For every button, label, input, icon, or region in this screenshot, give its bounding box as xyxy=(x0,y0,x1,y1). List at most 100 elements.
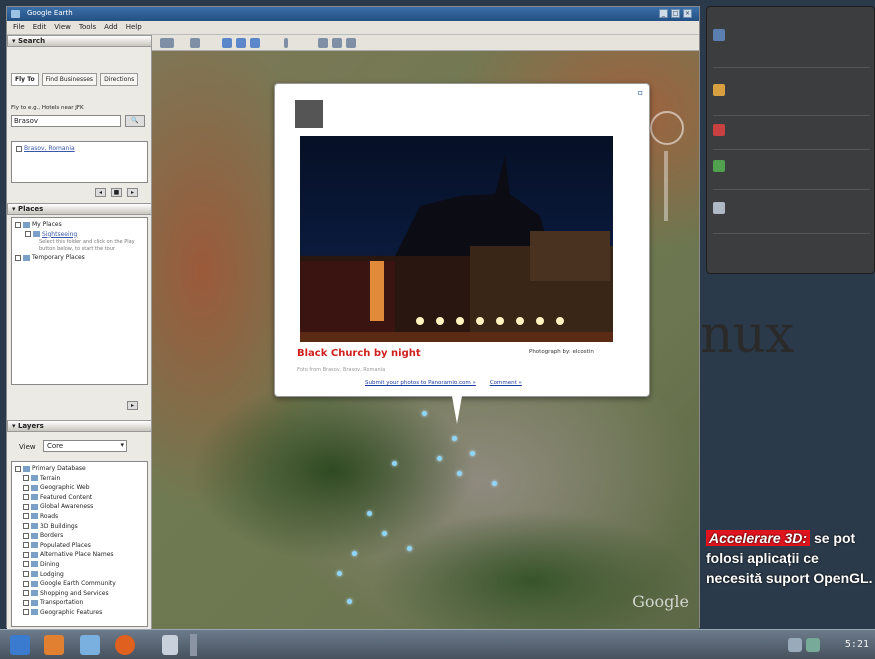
home-folder-icon[interactable] xyxy=(44,635,64,655)
layer-item[interactable]: Terrain xyxy=(15,474,144,484)
menu-edit[interactable]: Edit xyxy=(33,23,47,32)
result-stop-button[interactable]: ■ xyxy=(111,188,122,197)
places-header-label: Places xyxy=(17,205,44,213)
placemark-icon[interactable] xyxy=(190,38,200,48)
kde-menu-icon[interactable] xyxy=(10,635,30,655)
photo-marker-icon[interactable] xyxy=(407,546,412,551)
clock[interactable]: 5:21 xyxy=(845,639,869,650)
photo-marker-icon[interactable] xyxy=(457,471,462,476)
ruler-icon[interactable] xyxy=(284,38,288,48)
menu-add[interactable]: Add xyxy=(104,23,118,32)
layer-item[interactable]: Alternative Place Names xyxy=(15,550,144,560)
church-photo-art xyxy=(300,156,613,342)
maps-icon[interactable] xyxy=(346,38,356,48)
volume-tray-icon[interactable] xyxy=(806,638,820,652)
disk-icon xyxy=(713,202,725,214)
chevron-down-icon: ▾ xyxy=(120,441,124,449)
result-next-button[interactable]: ▸ xyxy=(127,188,138,197)
menu-help[interactable]: Help xyxy=(126,23,142,32)
places-item-my-places[interactable]: My Places xyxy=(15,220,144,230)
layer-item[interactable]: Dining xyxy=(15,560,144,570)
photo-marker-icon[interactable] xyxy=(492,481,497,486)
layer-item[interactable]: Lodging xyxy=(15,570,144,580)
search-panel-header[interactable]: ▾ Search xyxy=(7,35,152,47)
photo-marker-icon[interactable] xyxy=(382,531,387,536)
title-bar[interactable]: Google Earth xyxy=(7,7,699,21)
photo-marker-icon[interactable] xyxy=(437,456,442,461)
navigation-compass-icon[interactable] xyxy=(650,111,684,145)
layer-item[interactable]: Roads xyxy=(15,512,144,522)
layer-item[interactable]: Populated Places xyxy=(15,541,144,551)
desktop-pager[interactable] xyxy=(190,634,197,656)
memory-icon xyxy=(713,160,725,172)
search-button[interactable]: 🔍 xyxy=(125,115,145,127)
google-logo: Google xyxy=(632,592,689,611)
zoom-slider[interactable] xyxy=(664,151,668,221)
print-icon[interactable] xyxy=(332,38,342,48)
church-photo[interactable] xyxy=(300,136,613,342)
photo-marker-icon[interactable] xyxy=(347,599,352,604)
photo-marker-icon[interactable] xyxy=(337,571,342,576)
menu-tools[interactable]: Tools xyxy=(79,23,96,32)
path-icon[interactable] xyxy=(236,38,246,48)
close-button[interactable]: × xyxy=(683,9,692,18)
network-icon xyxy=(713,124,725,136)
tab-find-businesses[interactable]: Find Businesses xyxy=(41,73,98,86)
layer-item[interactable]: Transportation xyxy=(15,598,144,608)
fly-to-input[interactable]: Brasov xyxy=(11,115,121,127)
layer-item[interactable]: Primary Database xyxy=(15,464,144,474)
monitor-system-section xyxy=(713,15,870,55)
result-prev-button[interactable]: ◂ xyxy=(95,188,106,197)
photo-balloon: ▫ Black Church by night Photograph by: e… xyxy=(274,83,650,397)
photo-location: Foto from Brasov, Brasov, Romania xyxy=(297,367,386,373)
photo-marker-icon[interactable] xyxy=(422,411,427,416)
network-tray-icon[interactable] xyxy=(788,638,802,652)
layers-panel-header[interactable]: ▾ Layers xyxy=(7,420,152,432)
panoramio-logo xyxy=(295,100,323,128)
photo-title: Black Church by night xyxy=(297,348,421,359)
monitor-process-section xyxy=(713,233,870,267)
caption-tag: Accelerare 3D: xyxy=(706,530,811,546)
layer-item[interactable]: Featured Content xyxy=(15,493,144,503)
photographer-credit[interactable]: Photograph by: elcostin xyxy=(529,349,594,355)
menu-view[interactable]: View xyxy=(54,23,71,32)
konqueror-icon[interactable] xyxy=(80,635,100,655)
photo-marker-icon[interactable] xyxy=(367,511,372,516)
layer-item[interactable]: Google Earth Community xyxy=(15,579,144,589)
tour-play-button[interactable]: ▸ xyxy=(127,401,138,410)
places-item-sightseeing[interactable]: Sightseeing xyxy=(15,230,144,240)
polygon-icon[interactable] xyxy=(222,38,232,48)
menu-file[interactable]: File xyxy=(13,23,25,32)
menu-bar: File Edit View Tools Add Help xyxy=(7,21,699,35)
places-panel-header[interactable]: ▾ Places xyxy=(7,203,152,215)
layers-view-label: View xyxy=(19,443,36,451)
layer-item[interactable]: Global Awareness xyxy=(15,502,144,512)
layer-item[interactable]: Geographic Web xyxy=(15,483,144,493)
firefox-icon[interactable] xyxy=(115,635,135,655)
minimize-button[interactable]: _ xyxy=(659,9,668,18)
layer-item[interactable]: 3D Buildings xyxy=(15,522,144,532)
photo-marker-icon[interactable] xyxy=(452,436,457,441)
places-item-temporary[interactable]: Temporary Places xyxy=(15,253,144,263)
pager-icon[interactable] xyxy=(162,635,178,655)
balloon-close-icon[interactable]: ▫ xyxy=(638,88,643,97)
cpu-icon xyxy=(713,84,725,96)
tab-fly-to[interactable]: Fly To xyxy=(11,73,39,86)
sidebar-toggle-icon[interactable] xyxy=(160,38,174,48)
submit-photos-link[interactable]: Submit your photos to Panoramio.com » xyxy=(365,380,476,386)
fly-to-label: Fly to e.g., Hotels near JFK xyxy=(11,105,84,111)
photo-marker-icon[interactable] xyxy=(470,451,475,456)
layer-item[interactable]: Geographic Features xyxy=(15,608,144,618)
maximize-button[interactable]: □ xyxy=(671,9,680,18)
layers-view-select[interactable]: Core ▾ xyxy=(43,440,127,452)
overlay-icon[interactable] xyxy=(250,38,260,48)
photo-marker-icon[interactable] xyxy=(352,551,357,556)
comment-link[interactable]: Comment » xyxy=(490,380,522,386)
layers-header-label: Layers xyxy=(17,422,44,430)
email-icon[interactable] xyxy=(318,38,328,48)
tab-directions[interactable]: Directions xyxy=(100,73,139,86)
layer-item[interactable]: Borders xyxy=(15,531,144,541)
search-result-item[interactable]: Brasov, Romania xyxy=(24,145,75,152)
layer-item[interactable]: Shopping and Services xyxy=(15,589,144,599)
photo-marker-icon[interactable] xyxy=(392,461,397,466)
